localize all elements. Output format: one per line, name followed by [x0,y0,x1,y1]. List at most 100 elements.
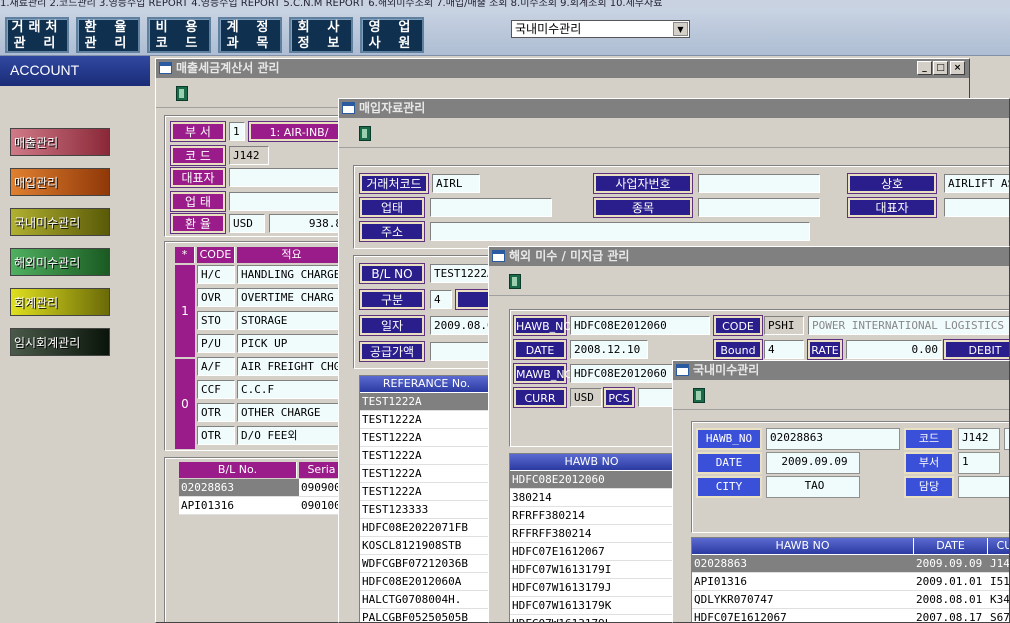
charge-desc-cell[interactable]: OTHER CHARGE [237,403,345,422]
hawb-row[interactable]: HDFC08E2012060 [510,471,672,489]
kind-field[interactable]: 4 [430,290,452,309]
charge-code-cell[interactable]: OTR [197,403,235,422]
charge-code-cell[interactable]: CCF [197,380,235,399]
address-field[interactable] [430,222,810,241]
business-type-field[interactable] [430,198,552,217]
hawb-no-field[interactable]: 02028863 [766,428,900,450]
chevron-down-icon[interactable]: ▼ [673,22,688,36]
exit-door-icon[interactable] [509,274,521,289]
account-subject-button[interactable]: 계 정과 목 [218,17,282,53]
hawb-row[interactable]: HDFC07E1612067 [510,543,672,561]
charge-code-cell[interactable]: STO [197,311,235,330]
dept-no-field[interactable]: 1 [229,122,245,141]
dept-name-field[interactable]: 1: AIR-INB/ [249,122,349,141]
grid-cell-cu[interactable]: S676 [988,609,1009,622]
menu-select-dropdown[interactable]: 국내미수관리 ▼ [511,20,690,38]
charge-desc-cell[interactable]: STORAGE [237,311,345,330]
charge-desc-cell[interactable]: AIR FREIGHT CHG [237,357,345,376]
charge-desc-cell[interactable]: PICK UP [237,334,345,353]
reference-row[interactable]: WDFCGBF07212036B [360,555,492,573]
sidebar-item-domestic-receivable[interactable]: 국내미수관리 [10,208,110,236]
grid-cell-hawb[interactable]: API01316 [692,573,914,591]
customer-name-field[interactable] [1004,428,1009,450]
business-type-field[interactable] [229,192,339,211]
charge-code-cell[interactable]: P/U [197,334,235,353]
currency-field[interactable]: USD [229,214,265,233]
charge-desc-cell[interactable]: C.C.F [237,380,345,399]
item-field[interactable] [698,198,820,217]
reference-row[interactable]: TEST123333 [360,501,492,519]
window-titlebar[interactable]: 국내미수관리 [673,361,1009,380]
code-field[interactable]: PSHI [764,316,804,335]
sidebar-item-accounting[interactable]: 회계관리 [10,288,110,316]
reference-row[interactable]: TEST1222A [360,393,492,411]
company-name-field[interactable]: AIRLIFT AS [944,174,1009,193]
hawb-no-field[interactable]: HDFC08E2012060 [570,316,710,335]
charge-code-cell[interactable]: OVR [197,288,235,307]
sidebar-item-purchase[interactable]: 매입관리 [10,168,110,196]
customer-code-field[interactable]: AIRL [432,174,480,193]
reference-row[interactable]: TEST1222A [360,411,492,429]
grid-cell-hawb[interactable]: HDFC07E1612067 [692,609,914,622]
city-field[interactable]: TAO [766,476,860,498]
bl-cell[interactable]: 02028863 [179,479,299,497]
hawb-row[interactable]: RFFRFF380214 [510,525,672,543]
company-info-button[interactable]: 회 사정 보 [289,17,353,53]
customer-management-button[interactable]: 거래처 관 리 [5,17,69,53]
currency-field[interactable]: USD [570,388,602,407]
manager-field[interactable] [958,476,1009,498]
exit-door-icon[interactable] [693,388,705,403]
hawb-row[interactable]: HDFC07W1613179L [510,615,672,622]
grid-cell-cu[interactable]: K349 [988,591,1009,609]
window-titlebar[interactable]: 매입자료관리 [339,99,1009,118]
exit-door-icon[interactable] [359,126,371,141]
hawb-row[interactable]: 380214 [510,489,672,507]
reference-row[interactable]: HALCTG0708004H. [360,591,492,609]
reference-row[interactable]: TEST1222A [360,429,492,447]
date-field[interactable]: 2009.09.09 [766,452,860,474]
grid-cell-hawb[interactable]: 02028863 [692,555,914,573]
sidebar-item-temp-accounting[interactable]: 임시회계관리 [10,328,110,356]
company-name-field[interactable]: POWER INTERNATIONAL LOGISTICS CO., [808,316,1009,335]
code-field[interactable]: J142 [229,146,269,165]
reference-row[interactable]: HDFC08E2022071FB [360,519,492,537]
biz-number-field[interactable] [698,174,820,193]
window-titlebar[interactable]: 해외 미수 / 미지급 관리 [489,247,1009,266]
bl-cell[interactable]: API01316 [179,497,299,515]
supply-amount-field[interactable] [430,342,490,361]
reference-row[interactable]: KOSCL8121908STB [360,537,492,555]
code-field[interactable]: J142 [958,428,1000,450]
charge-code-cell[interactable]: H/C [197,265,235,284]
charge-desc-cell[interactable]: HANDLING CHARGE [237,265,345,284]
grid-cell-date[interactable]: 2008.08.01 [914,591,988,609]
reference-row[interactable]: TEST1222A [360,447,492,465]
grid-cell-cu[interactable]: I516 [988,573,1009,591]
grid-cell-cu[interactable]: J142 [988,555,1009,573]
rate-field[interactable]: 0.00 [846,340,942,359]
grid-cell-date[interactable]: 2009.01.01 [914,573,988,591]
kind-name-field[interactable] [456,290,490,309]
representative-field[interactable] [229,168,339,187]
hawb-row[interactable]: RFRFF380214 [510,507,672,525]
sidebar-item-overseas-receivable[interactable]: 해외미수관리 [10,248,110,276]
reference-row[interactable]: TEST1222A [360,483,492,501]
sidebar-item-sales[interactable]: 매출관리 [10,128,110,156]
date-field[interactable]: 2008.12.10 [570,340,648,359]
maximize-icon[interactable]: □ [933,61,948,75]
minimize-icon[interactable]: _ [917,61,932,75]
hawb-row[interactable]: HDFC07W1613179J [510,579,672,597]
hawb-row[interactable]: HDFC07W1613179K [510,597,672,615]
dept-field[interactable]: 1 [958,452,1000,474]
charge-desc-cell[interactable]: D/O FEE외 [237,426,345,445]
debit-button[interactable]: DEBIT [944,340,1009,359]
cost-code-button[interactable]: 비 용코 드 [147,17,211,53]
representative-field[interactable] [944,198,1009,217]
exit-door-icon[interactable] [176,86,188,101]
date-field[interactable]: 2009.08.0 [430,316,490,335]
grid-cell-date[interactable]: 2009.09.09 [914,555,988,573]
sales-staff-button[interactable]: 영 업사 원 [360,17,424,53]
charge-code-cell[interactable]: OTR [197,426,235,445]
exchange-rate-button[interactable]: 환 율관 리 [76,17,140,53]
hawb-row[interactable]: HDFC07W1613179I [510,561,672,579]
grid-cell-date[interactable]: 2007.08.17 [914,609,988,622]
